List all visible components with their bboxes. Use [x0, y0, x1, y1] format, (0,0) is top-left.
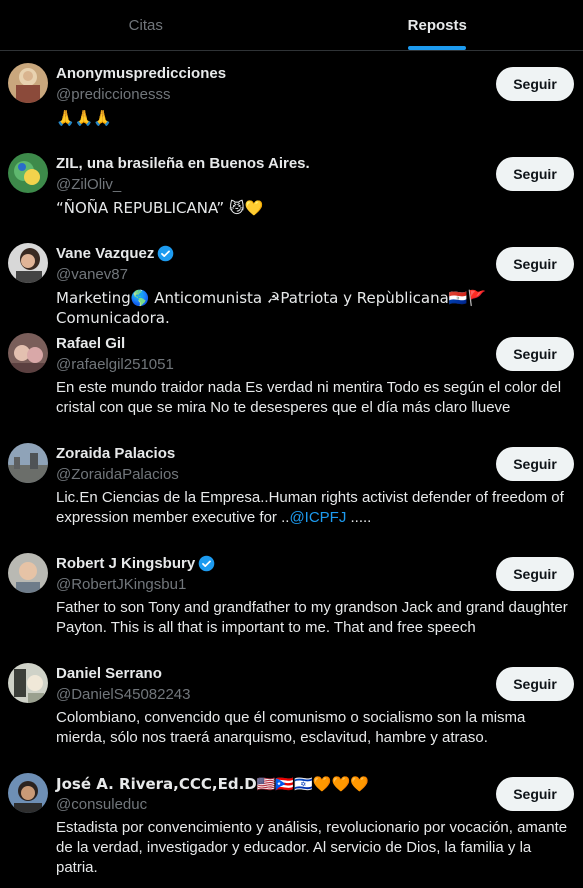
user-cell[interactable]: Vane Vazquez @vanev87 Marketing🌎 Anticom…	[0, 232, 583, 327]
active-tab-indicator	[408, 46, 467, 50]
user-cell[interactable]: Zoraida Palacios @ZoraidaPalacios Lic.En…	[0, 432, 583, 542]
user-name[interactable]: Vane Vazquez	[56, 245, 174, 262]
follow-button[interactable]: Seguir	[496, 557, 574, 591]
bio-mention-link[interactable]: @ICPFJ	[289, 509, 346, 526]
tab-citas[interactable]: Citas	[0, 0, 292, 50]
user-name[interactable]: Robert J Kingsbury	[56, 555, 215, 572]
avatar[interactable]	[8, 553, 48, 593]
avatar[interactable]	[8, 63, 48, 103]
user-bio: 🙏🙏🙏	[56, 109, 113, 127]
user-handle[interactable]: @DanielS45082243	[56, 686, 191, 703]
user-name[interactable]: José A. Rivera,CCC,Ed.D🇺🇸🇵🇷🇮🇱🧡🧡🧡	[56, 775, 369, 793]
user-handle[interactable]: @prediccionesss	[56, 86, 170, 103]
avatar[interactable]	[8, 243, 48, 283]
verified-badge-icon	[158, 245, 174, 262]
avatar[interactable]	[8, 153, 48, 193]
user-cell[interactable]: Daniel Serrano @DanielS45082243 Colombia…	[0, 652, 583, 762]
user-name[interactable]: Anonymuspredicciones	[56, 65, 226, 82]
user-name[interactable]: Daniel Serrano	[56, 665, 162, 682]
follow-button[interactable]: Seguir	[496, 777, 574, 811]
user-cell[interactable]: ZIL, una brasileña en Buenos Aires. @Zil…	[0, 142, 583, 232]
user-bio: Colombiano, convencido que él comunismo …	[56, 709, 526, 746]
user-handle[interactable]: @vanev87	[56, 266, 128, 283]
user-bio: Lic.En Ciencias de la Empresa..Human rig…	[56, 488, 576, 528]
tab-reposts[interactable]: Reposts	[292, 0, 583, 50]
user-bio: En este mundo traidor nada Es verdad ni …	[56, 379, 562, 416]
user-handle[interactable]: @rafaelgil251051	[56, 356, 174, 373]
user-cell[interactable]: Anonymuspredicciones @prediccionesss 🙏🙏🙏…	[0, 52, 583, 142]
user-handle[interactable]: @consuleduc	[56, 796, 147, 813]
user-cell[interactable]: José A. Rivera,CCC,Ed.D🇺🇸🇵🇷🇮🇱🧡🧡🧡 @consul…	[0, 762, 583, 888]
bio-text-suffix: .....	[346, 509, 372, 526]
follow-button[interactable]: Seguir	[496, 447, 574, 481]
user-handle[interactable]: @ZoraidaPalacios	[56, 466, 179, 483]
user-name[interactable]: Zoraida Palacios	[56, 445, 175, 462]
follow-button[interactable]: Seguir	[496, 247, 574, 281]
avatar[interactable]	[8, 663, 48, 703]
avatar[interactable]	[8, 443, 48, 483]
user-handle[interactable]: @RobertJKingsbu1	[56, 576, 186, 593]
avatar[interactable]	[8, 773, 48, 813]
user-handle[interactable]: @ZilOliv_	[56, 176, 121, 193]
avatar[interactable]	[8, 333, 48, 373]
verified-badge-icon	[198, 555, 215, 572]
user-cell[interactable]: Robert J Kingsbury @RobertJKingsbu1 Fath…	[0, 542, 583, 652]
user-bio: Father to son Tony and grandfather to my…	[56, 599, 568, 636]
tab-reposts-label: Reposts	[407, 16, 467, 34]
user-name[interactable]: ZIL, una brasileña en Buenos Aires.	[56, 155, 310, 172]
follow-button[interactable]: Seguir	[496, 67, 574, 101]
user-cell[interactable]: Rafael Gil @rafaelgil251051 En este mund…	[0, 322, 583, 432]
follow-button[interactable]: Seguir	[496, 157, 574, 191]
user-bio: “ÑOÑA REPUBLICANA” 😼💛	[56, 199, 264, 217]
user-bio: Estadista por convencimiento y análisis,…	[56, 819, 568, 876]
tab-citas-label: Citas	[128, 16, 163, 34]
follow-button[interactable]: Seguir	[496, 337, 574, 371]
user-name[interactable]: Rafael Gil	[56, 335, 125, 352]
tab-bar: Citas Reposts	[0, 0, 583, 51]
follow-button[interactable]: Seguir	[496, 667, 574, 701]
